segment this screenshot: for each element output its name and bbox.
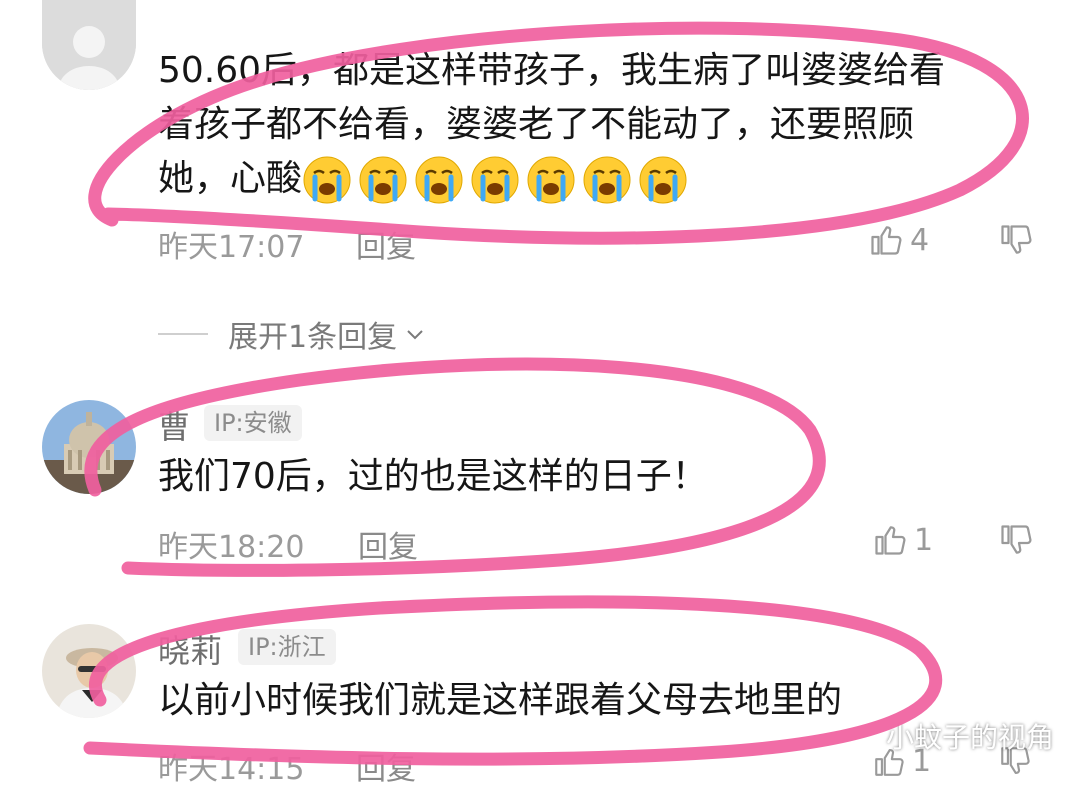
emoji-row — [302, 155, 688, 205]
comment-text-segment: 她，心酸 — [158, 158, 303, 199]
thumbs-down-icon — [1001, 525, 1032, 554]
cathedral-avatar-icon — [42, 400, 136, 494]
thumbs-up-icon — [871, 226, 902, 255]
comment-time: 昨天14:15 — [158, 752, 305, 787]
default-avatar-icon — [42, 0, 136, 90]
avatar[interactable] — [42, 400, 136, 494]
comment-text-line: 着孩子都不给看，婆婆老了不能动了，还要照顾 — [158, 104, 915, 145]
comment-text: 50.60后，都是这样带孩子，我生病了叫婆婆给看 着孩子都不给看，婆婆老了不能动… — [158, 44, 1038, 206]
crying-face-icon — [527, 156, 575, 204]
comment-text: 我们70后，过的也是这样的日子！ — [158, 456, 708, 497]
crying-face-icon — [415, 156, 463, 204]
expand-replies-link[interactable]: 展开1条回复 — [228, 312, 427, 356]
comment-text-line: 50.60后，都是这样带孩子，我生病了叫婆婆给看 — [158, 50, 946, 91]
ip-badge: IP:浙江 — [238, 629, 336, 665]
watermark-text: 小蚊子的视角 — [886, 721, 1055, 754]
like-button[interactable]: 4 — [868, 222, 929, 258]
like-count: 4 — [910, 222, 930, 258]
avatar[interactable] — [42, 0, 136, 90]
reply-button[interactable]: 回复 — [356, 744, 416, 788]
watermark: 小蚊子的视角 — [842, 716, 1054, 756]
comment-time: 昨天18:20 — [158, 530, 305, 565]
dislike-button[interactable] — [998, 222, 1034, 262]
thumbs-down-icon — [1001, 225, 1032, 254]
username[interactable]: 曹 — [158, 402, 190, 448]
person-avatar-icon — [42, 624, 136, 718]
thumbs-up-icon — [875, 526, 906, 555]
ip-badge: IP:安徽 — [204, 405, 302, 441]
crying-face-icon — [639, 156, 687, 204]
chevron-down-icon — [407, 330, 423, 340]
crying-face-icon — [471, 156, 519, 204]
crying-face-icon — [583, 156, 631, 204]
reply-button[interactable]: 回复 — [356, 222, 416, 266]
like-button[interactable]: 1 — [872, 522, 933, 558]
reply-button[interactable]: 回复 — [358, 522, 418, 566]
crying-face-icon — [303, 156, 351, 204]
dislike-button[interactable] — [998, 522, 1034, 562]
comment-text-line: 她，心酸 — [158, 152, 1038, 206]
crying-face-icon — [359, 156, 407, 204]
expand-divider — [158, 333, 208, 335]
username[interactable]: 晓莉 — [158, 626, 222, 672]
avatar[interactable] — [42, 624, 136, 718]
wechat-icon — [843, 722, 877, 748]
expand-replies-label: 展开1条回复 — [228, 320, 398, 355]
like-count: 1 — [914, 522, 934, 558]
comment-time: 昨天17:07 — [158, 230, 305, 265]
comment-text: 以前小时候我们就是这样跟着父母去地里的 — [158, 680, 843, 721]
